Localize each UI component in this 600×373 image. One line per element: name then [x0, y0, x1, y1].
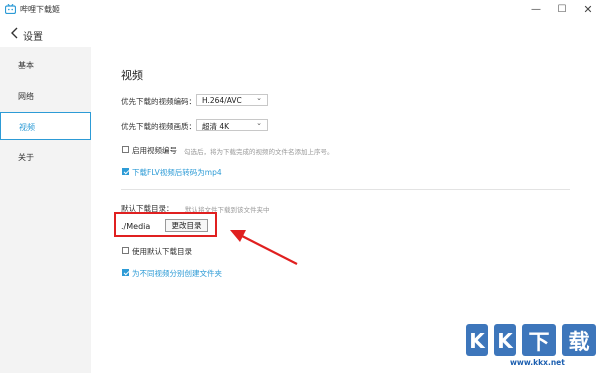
watermark-site: www.kkx.net	[510, 358, 565, 367]
svg-text:K: K	[497, 329, 514, 353]
svg-text:载: 载	[569, 330, 590, 354]
svg-text:K: K	[469, 329, 486, 353]
svg-text:下: 下	[529, 330, 550, 354]
